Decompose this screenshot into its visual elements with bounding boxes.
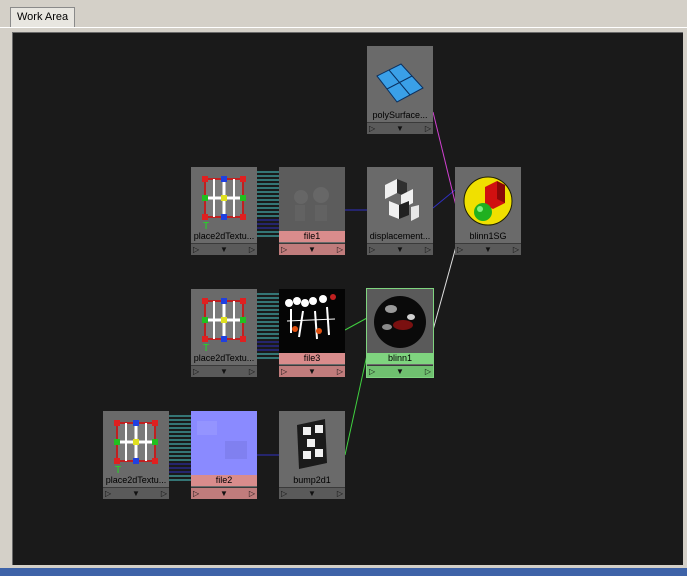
node-label: place2dTextu... [103,475,169,486]
connection-poly-blinn1sg [432,111,458,211]
node-bump2d1[interactable]: bump2d1 ▷ ▼ ▷ [279,411,345,499]
node-polysurface[interactable]: polySurface... ▷ ▼ ▷ [367,46,433,134]
taskbar-strip [0,568,687,576]
node-blinn1[interactable]: blinn1 ▷ ▼ ▷ [366,288,434,378]
node-controls[interactable]: ▷ ▼ ▷ [279,243,345,255]
bump2d-swatch [297,419,327,469]
polysurface-swatch [376,63,424,103]
node-label: place2dTextu... [191,231,257,242]
node-place2dtexture-1[interactable]: T place2dTextu... ▷ ▼ ▷ [191,167,257,255]
node-place2dtexture-3[interactable]: T place2dTextu... ▷ ▼ ▷ [103,411,169,499]
node-label: blinn1 [367,353,433,364]
file1-swatch [279,167,345,231]
node-blinn1sg[interactable]: blinn1SG ▷ ▼ ▷ [455,167,521,255]
node-file3[interactable]: file3 ▷ ▼ ▷ [279,289,345,377]
node-controls[interactable]: ▷ ▼ ▷ [191,243,257,255]
node-label: file2 [191,475,257,486]
node-label: displacement... [367,231,433,242]
node-controls[interactable]: ▷ ▼ ▷ [279,365,345,377]
svg-text:T: T [115,465,121,475]
node-controls[interactable]: ▷ ▼ ▷ [367,122,433,134]
node-controls[interactable]: ▷ ▼ ▷ [103,487,169,499]
connections-place3-file2 [169,415,191,481]
connections-place1-file1 [257,171,279,237]
node-label: file3 [279,353,345,364]
node-controls[interactable]: ▷ ▼ ▷ [367,243,433,255]
place2dtexture-swatch: T [202,176,246,231]
node-label: bump2d1 [279,475,345,486]
node-label: place2dTextu... [191,353,257,364]
connections-place2-file3 [257,293,279,359]
shading-group-swatch [463,176,513,226]
svg-text:T: T [203,343,209,353]
file3-swatch [279,289,345,353]
node-label: file1 [279,231,345,242]
displacement-swatch [385,179,419,221]
node-file1[interactable]: file1 ▷ ▼ ▷ [279,167,345,255]
file2-swatch [191,411,257,475]
node-controls[interactable]: ▷ ▼ ▷ [455,243,521,255]
node-label: blinn1SG [455,231,521,242]
svg-text:T: T [203,221,209,231]
node-displacement[interactable]: displacement... ▷ ▼ ▷ [367,167,433,255]
place2dtexture-swatch: T [114,420,158,475]
blinn1-swatch [367,289,433,353]
node-file2[interactable]: file2 ▷ ▼ ▷ [191,411,257,499]
node-controls[interactable]: ▷ ▼ ▷ [191,487,257,499]
connection-file3-blinn1 [344,317,368,331]
place2dtexture-swatch: T [202,298,246,353]
node-controls[interactable]: ▷ ▼ ▷ [191,365,257,377]
node-label: polySurface... [367,110,433,121]
node-place2dtexture-2[interactable]: T place2dTextu... ▷ ▼ ▷ [191,289,257,377]
connection-displacement-blinn1sg [432,189,456,209]
node-controls[interactable]: ▷ ▼ ▷ [367,365,433,377]
node-controls[interactable]: ▷ ▼ ▷ [279,487,345,499]
connection-bump-blinn1 [344,354,368,456]
